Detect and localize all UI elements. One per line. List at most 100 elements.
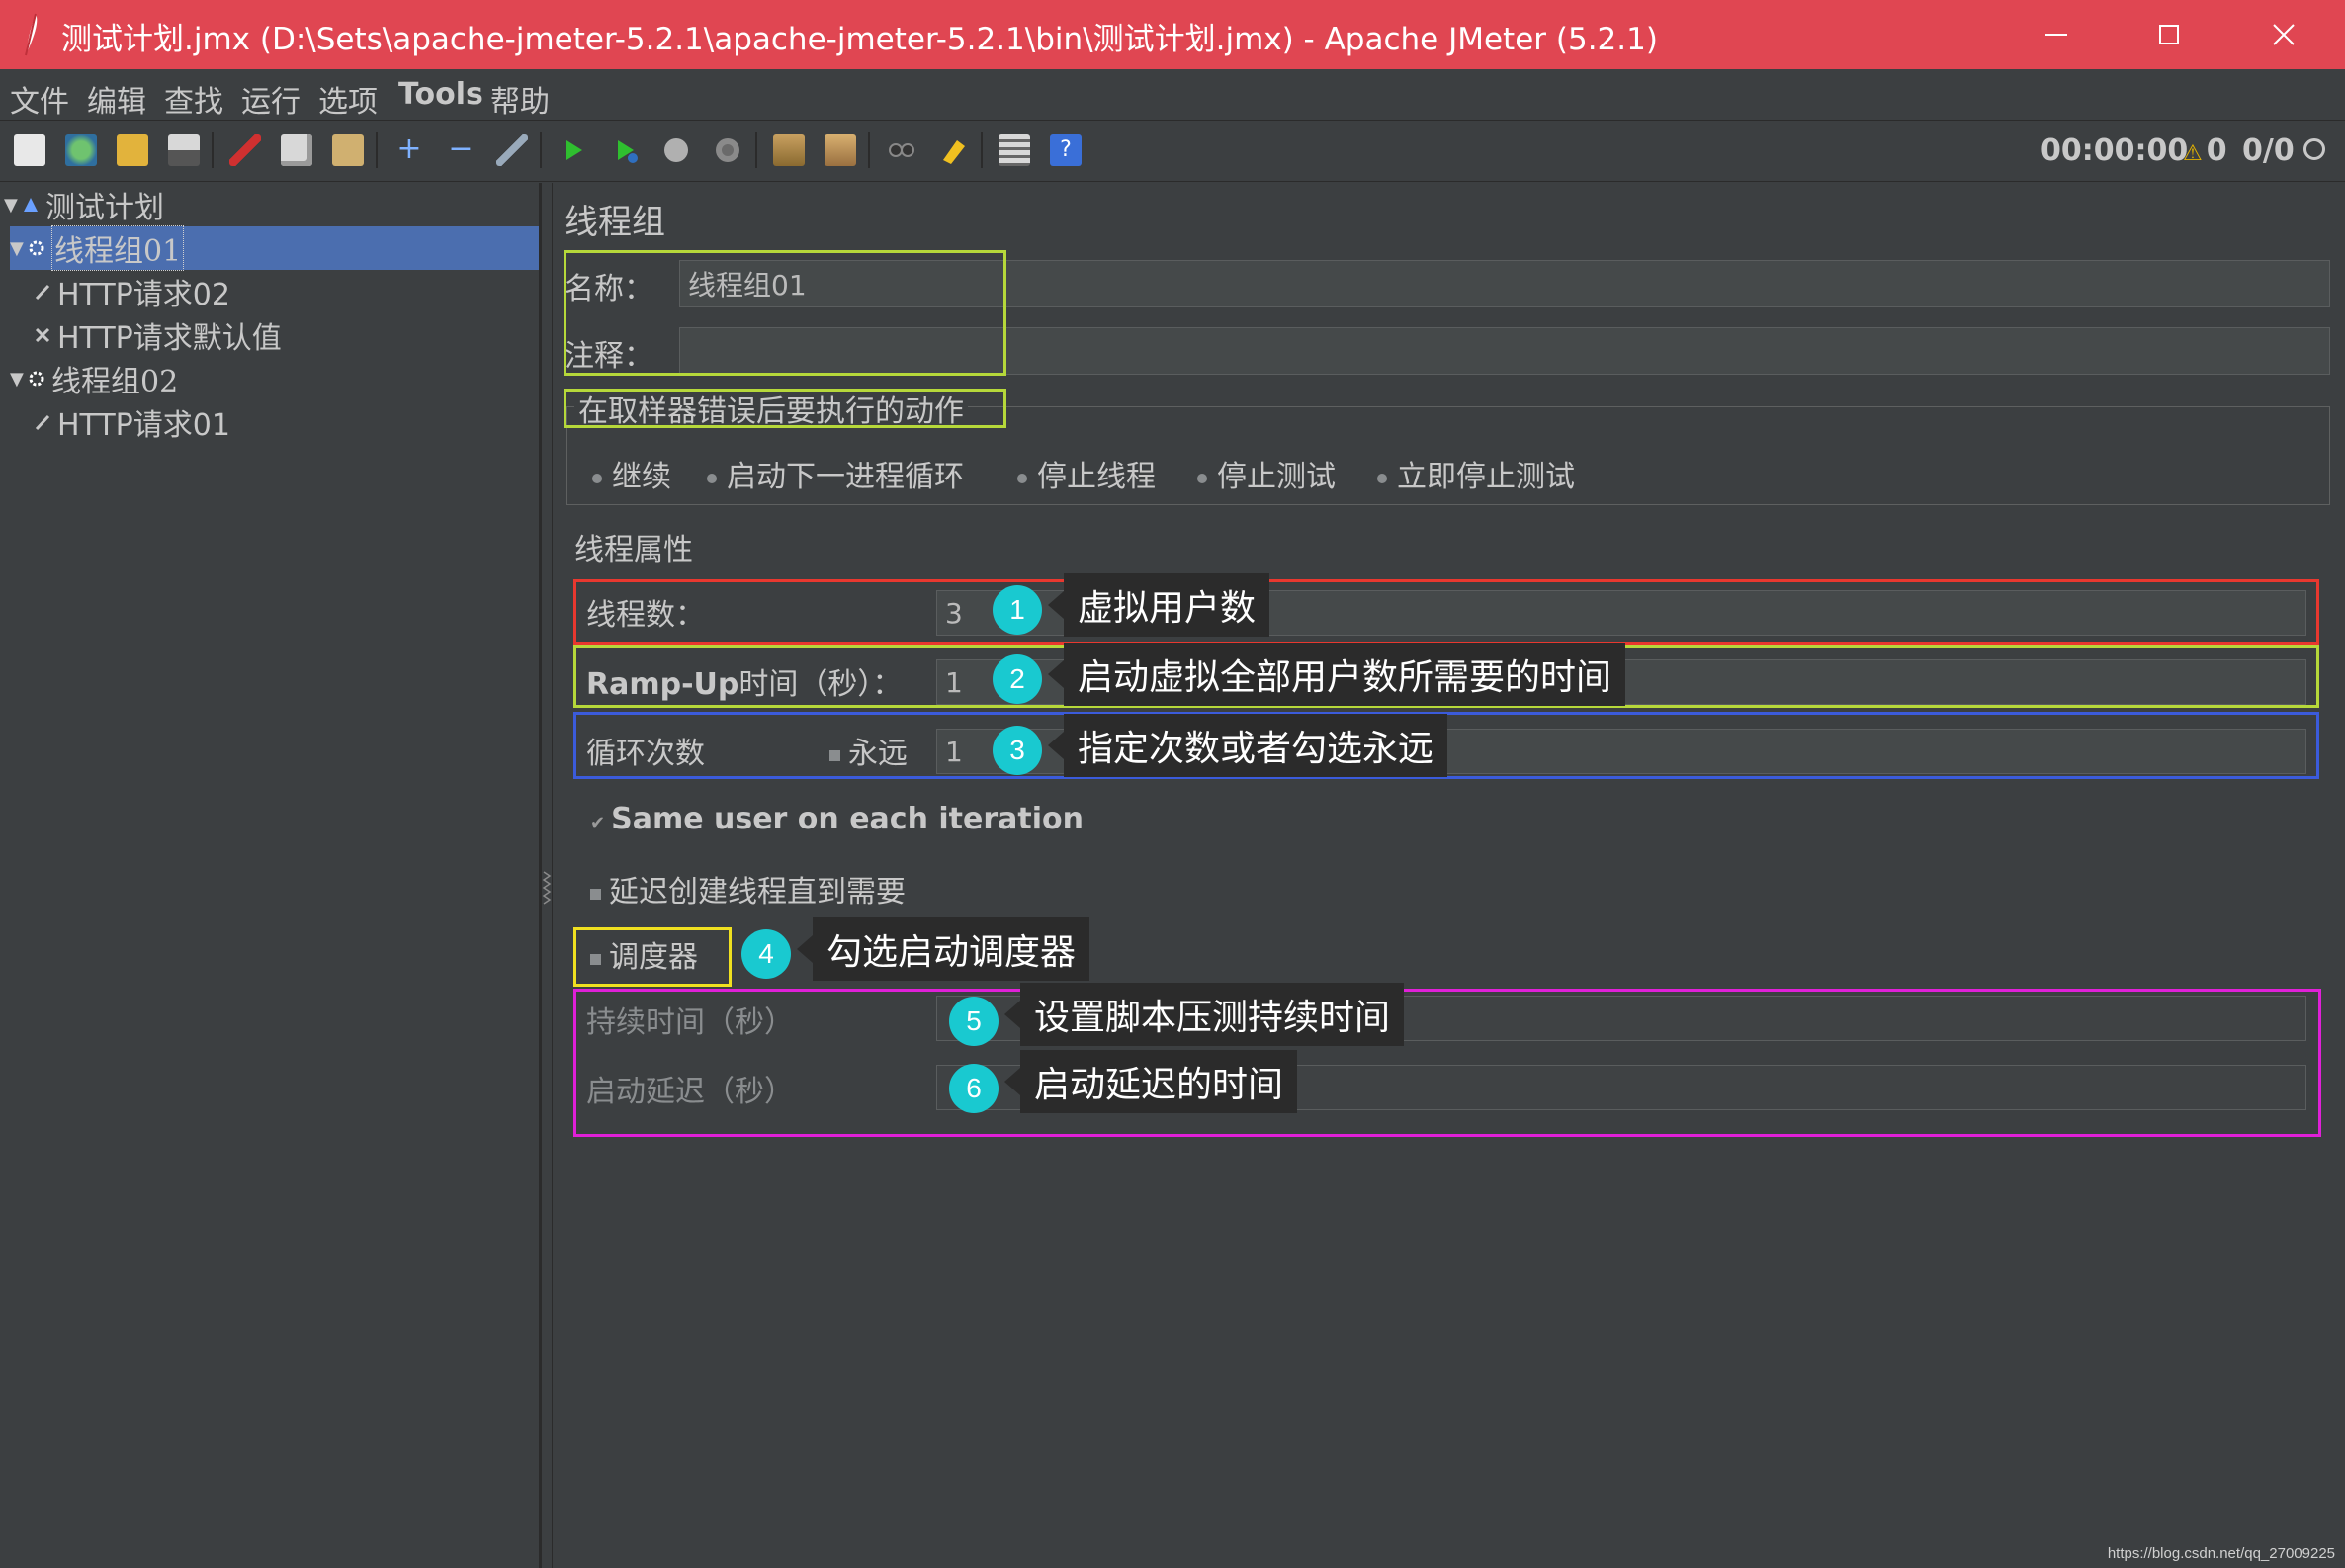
same-user-label: Same user on each iteration [611, 802, 1084, 836]
sampler-icon [35, 284, 50, 301]
remote-icon[interactable] [2303, 138, 2325, 160]
annotation-text: 启动延迟的时间 [1034, 1065, 1284, 1105]
radio-label: 停止线程 [1037, 460, 1156, 494]
forever-checkbox[interactable]: 永远 [829, 729, 908, 772]
clear-all-icon[interactable] [825, 134, 856, 166]
tree-item-http-request-01[interactable]: HTTP请求01 [34, 400, 230, 444]
close-button[interactable] [2236, 0, 2331, 69]
tree-item-http-request-02[interactable]: HTTP请求02 [34, 270, 230, 313]
elapsed-timer: 00:00:00 [2041, 133, 2189, 168]
expand-arrow-icon[interactable]: ▼ [10, 369, 28, 390]
expand-arrow-icon[interactable]: ▼ [4, 195, 22, 216]
menu-file[interactable]: 文件 [10, 77, 69, 121]
jmeter-feather-icon [25, 13, 38, 56]
radio-stop-test[interactable]: 停止测试 [1197, 452, 1336, 495]
radio-stop-test-now[interactable]: 立即停止测试 [1377, 452, 1575, 495]
menu-run[interactable]: 运行 [241, 77, 301, 121]
menu-help[interactable]: 帮助 [490, 77, 550, 121]
delay-create-checkbox[interactable]: 延迟创建线程直到需要 [590, 867, 906, 911]
splitter-handle[interactable] [542, 870, 552, 906]
thread-group-panel: 线程组 名称： 线程组01 注释： 在取样器错误后要执行的动作 继续 启动下一进… [552, 183, 2345, 1568]
annotation-text: 设置脚本压测持续时间 [1034, 998, 1391, 1038]
copy-icon[interactable] [281, 134, 312, 166]
paste-icon[interactable] [332, 134, 364, 166]
reset-search-icon[interactable] [937, 134, 969, 166]
comment-input[interactable] [679, 327, 2330, 375]
templates-icon[interactable] [65, 134, 97, 166]
annotation-text: 勾选启动调度器 [826, 932, 1077, 973]
name-label: 名称： [565, 272, 653, 306]
tree-item-test-plan[interactable]: ▼ 测试计划 [4, 183, 164, 226]
annotation-text: 虚拟用户数 [1078, 588, 1257, 629]
test-plan-tree: ▼ 测试计划 ▼ 线程组01 HTTP请求02 HTTP请求默认值 ▼ 线程组0… [0, 183, 542, 1568]
threads-label: 线程数： [586, 598, 705, 633]
panel-title: 线程组 [565, 203, 665, 242]
tree-item-label: 线程组02 [51, 365, 179, 399]
loop-count-label: 循环次数 [586, 737, 705, 771]
radio-start-next-loop[interactable]: 启动下一进程循环 [707, 452, 964, 495]
scheduler-label: 调度器 [609, 940, 698, 975]
help-icon[interactable]: ? [1050, 134, 1082, 166]
stop-icon[interactable] [660, 134, 692, 166]
menu-tools[interactable]: Tools [398, 77, 483, 112]
expand-icon[interactable]: + [393, 134, 425, 166]
annotation-callout-3: 指定次数或者勾选永远 [1048, 714, 1448, 777]
radio-icon [1377, 474, 1387, 483]
function-helper-icon[interactable] [999, 134, 1030, 166]
test-plan-icon [24, 198, 38, 212]
tree-item-label: HTTP请求默认值 [57, 321, 282, 356]
minimize-icon [2045, 34, 2067, 36]
annotation-text: 启动虚拟全部用户数所需要的时间 [1078, 657, 1612, 698]
active-threads: 0/0 [2242, 133, 2295, 168]
tree-item-label: 线程组01 [51, 225, 185, 271]
save-icon[interactable] [168, 134, 200, 166]
tree-item-thread-group-02[interactable]: ▼ 线程组02 [10, 357, 178, 400]
menu-search[interactable]: 查找 [164, 77, 223, 121]
duration-label: 持续时间（秒） [586, 1005, 794, 1040]
start-icon[interactable] [558, 134, 589, 166]
title-bar: 测试计划.jmx (D:\Sets\apache-jmeter-5.2.1\ap… [0, 0, 2345, 69]
delay-create-label: 延迟创建线程直到需要 [609, 875, 906, 910]
tree-item-thread-group-01[interactable]: ▼ 线程组01 [10, 225, 539, 271]
open-icon[interactable] [117, 134, 148, 166]
search-icon[interactable] [886, 134, 917, 166]
tree-item-http-defaults[interactable]: HTTP请求默认值 [34, 313, 282, 357]
config-icon [35, 327, 50, 343]
rampup-label-rest: 时间（秒）： [738, 667, 903, 702]
radio-icon [1017, 474, 1027, 483]
scheduler-checkbox[interactable]: 调度器 [590, 932, 698, 976]
toggle-icon[interactable] [496, 134, 528, 166]
menu-bar: 文件 编辑 查找 运行 选项 Tools 帮助 [0, 69, 2345, 121]
start-no-pause-icon[interactable] [609, 134, 641, 166]
name-input[interactable]: 线程组01 [679, 260, 2330, 307]
startup-delay-label: 启动延迟（秒） [586, 1075, 794, 1109]
window-title: 测试计划.jmx (D:\Sets\apache-jmeter-5.2.1\ap… [61, 22, 1658, 57]
tree-item-label: 测试计划 [45, 191, 164, 225]
warning-count-value: 0 [2206, 133, 2227, 168]
menu-edit[interactable]: 编辑 [87, 77, 146, 121]
radio-label: 启动下一进程循环 [727, 460, 964, 494]
radio-stop-thread[interactable]: 停止线程 [1017, 452, 1156, 495]
cut-icon[interactable] [229, 134, 261, 166]
same-user-checkbox[interactable]: ✔ Same user on each iteration [590, 802, 1084, 836]
warning-count[interactable]: ⚠ 0 [2183, 133, 2227, 168]
annotation-badge-6: 6 [949, 1064, 999, 1113]
expand-arrow-icon[interactable]: ▼ [10, 238, 28, 259]
tree-item-label: HTTP请求01 [57, 408, 230, 443]
new-icon[interactable] [14, 134, 45, 166]
menu-options[interactable]: 选项 [318, 77, 378, 121]
collapse-icon[interactable]: − [445, 134, 477, 166]
maximize-button[interactable] [2122, 0, 2216, 69]
annotation-callout-5: 设置脚本压测持续时间 [1004, 983, 1405, 1046]
minimize-button[interactable] [2009, 0, 2104, 69]
annotation-callout-1: 虚拟用户数 [1048, 573, 1270, 637]
maximize-icon [2159, 25, 2179, 44]
close-icon [2273, 24, 2295, 45]
check-mark-icon: ✔ [590, 813, 606, 833]
thread-group-icon [29, 371, 44, 387]
radio-label: 停止测试 [1217, 460, 1336, 494]
shutdown-icon[interactable] [712, 134, 743, 166]
annotation-callout-2: 启动虚拟全部用户数所需要的时间 [1048, 643, 1626, 706]
clear-icon[interactable] [773, 134, 805, 166]
radio-continue[interactable]: 继续 [592, 452, 671, 495]
